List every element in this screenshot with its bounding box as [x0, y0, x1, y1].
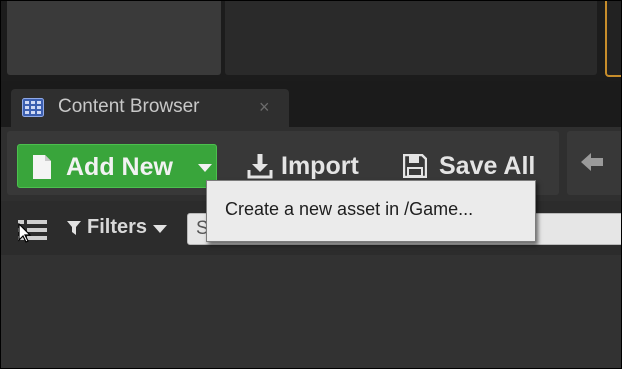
viewport-panel-left[interactable]: [7, 1, 221, 75]
document-icon: [33, 155, 51, 179]
viewport-area: [1, 1, 621, 81]
arrow-left-icon[interactable]: [579, 151, 605, 173]
filters-label: Filters: [87, 216, 148, 238]
tab-content-browser[interactable]: Content Browser ×: [11, 89, 289, 127]
editor-window: Content Browser × Add New Import Save Al…: [0, 0, 622, 369]
history-navigation: [567, 131, 621, 195]
chevron-down-icon: [198, 164, 212, 172]
filter-icon: [67, 221, 81, 235]
add-new-button[interactable]: Add New: [17, 144, 217, 188]
save-icon: [403, 154, 427, 178]
add-new-label: Add New: [66, 153, 173, 181]
download-icon: [247, 154, 273, 179]
chevron-down-icon: [153, 225, 167, 233]
tab-title: Content Browser: [58, 96, 200, 117]
viewport-panel-highlighted[interactable]: [605, 1, 621, 77]
close-icon[interactable]: ×: [259, 97, 270, 118]
mouse-cursor-icon: [18, 223, 32, 243]
add-new-tooltip: Create a new asset in /Game...: [206, 180, 536, 242]
viewport-panel-main[interactable]: [225, 1, 597, 75]
asset-view-area[interactable]: [1, 255, 621, 368]
tab-strip: Content Browser ×: [1, 81, 621, 127]
import-label: Import: [281, 152, 359, 180]
filters-button[interactable]: Filters: [65, 213, 177, 243]
save-all-label: Save All: [439, 152, 536, 180]
tooltip-text: Create a new asset in /Game...: [225, 199, 474, 219]
content-browser-icon: [22, 98, 44, 117]
